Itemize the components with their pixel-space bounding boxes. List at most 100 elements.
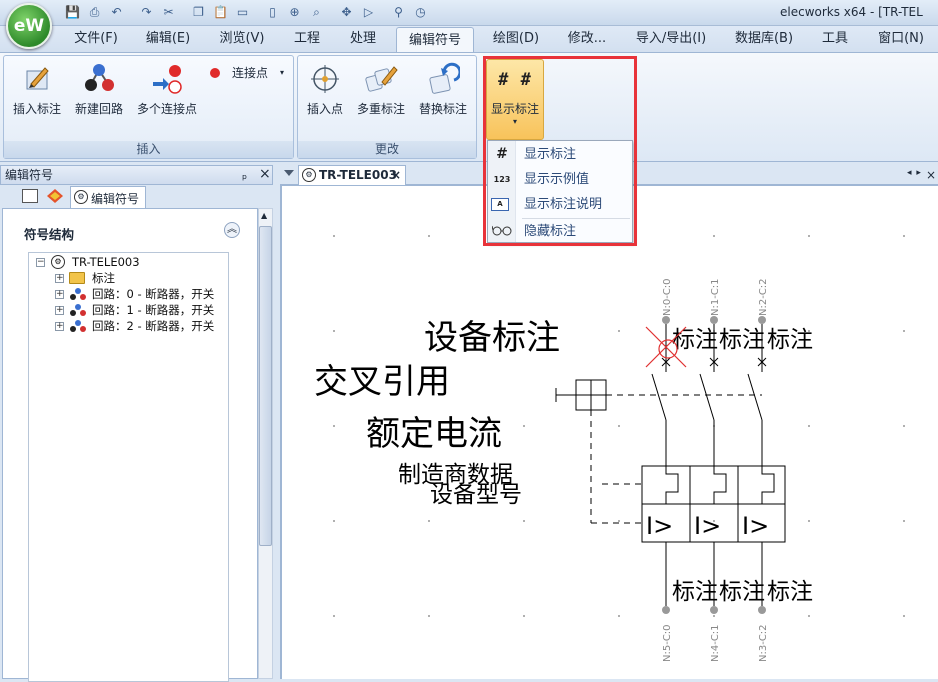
tab-project[interactable]: 工程 — [284, 26, 330, 52]
replace-mark-icon — [426, 62, 462, 96]
replace-mark-button[interactable]: 替换标注 — [412, 62, 474, 117]
multi-connection-button[interactable]: 多个连接点 — [130, 62, 204, 117]
menu-item-show-description[interactable]: A 显示标注说明 — [488, 192, 632, 217]
chevron-down-icon: ▾ — [280, 68, 285, 77]
grid-dot — [333, 330, 335, 332]
collapse-icon[interactable]: − — [36, 258, 45, 267]
pan-icon[interactable]: ✥ — [338, 4, 355, 21]
close-icon[interactable]: × — [391, 166, 401, 185]
show-marks-button[interactable]: # # 显示标注 ▾ — [486, 59, 544, 140]
expand-icon[interactable]: + — [55, 322, 64, 331]
tab-edit-symbol-panel[interactable]: ⚙ 编辑符号 — [70, 186, 146, 209]
menu-item-show-sample[interactable]: 123 显示示例值 — [488, 167, 632, 192]
page-icon[interactable]: ▭ — [234, 4, 251, 21]
scrollbar-thumb[interactable] — [259, 226, 272, 546]
close-icon[interactable]: × — [926, 168, 936, 182]
tab-file[interactable]: 文件(F) — [66, 26, 126, 52]
cut-icon[interactable]: ✂ — [160, 4, 177, 21]
page2-icon[interactable]: ▯ — [264, 4, 281, 21]
tab-list-icon[interactable] — [284, 170, 294, 176]
pin-icon[interactable]: ₚ — [242, 166, 247, 184]
zoom-fit-icon[interactable]: ⊕ — [286, 4, 303, 21]
clock-icon[interactable]: ◷ — [412, 4, 429, 21]
glasses-icon — [491, 224, 512, 239]
grid-dot — [333, 520, 335, 522]
bottom-terminal-1: N:4-C:1 — [710, 624, 721, 662]
label-device-mark: 设备标注 — [424, 318, 560, 358]
symbol-drawing[interactable]: 设备标注 交叉引用 额定电流 制造商数据 设备型号 标注 标注 标注 标注 标注… — [282, 186, 938, 679]
circuit-icon — [70, 304, 86, 316]
tab-draw[interactable]: 绘图(D) — [484, 26, 548, 52]
connection-point-label: 连接点 — [232, 66, 269, 80]
menu-item-label: 显示标注说明 — [524, 197, 603, 212]
tree-node-label: 回路：2 - 断路器，开关 — [92, 319, 215, 333]
bottom-terminal-0: N:5-C:0 — [662, 624, 673, 662]
expand-icon[interactable]: + — [55, 306, 64, 315]
breaker-symbol — [555, 324, 786, 606]
app-logo-button[interactable]: eW — [6, 3, 52, 49]
top-terminal-2: N:2-C:2 — [758, 278, 769, 316]
tab-tools[interactable]: 工具 — [812, 26, 858, 52]
grid-dot — [808, 520, 810, 522]
tab-process[interactable]: 处理 — [340, 26, 386, 52]
panel-tab-strip: ⚙ 编辑符号 — [0, 185, 273, 209]
paste-icon[interactable]: 📋 — [212, 4, 229, 21]
expand-icon[interactable]: + — [55, 290, 64, 299]
drawing-tab-icon[interactable] — [22, 189, 38, 203]
tab-scroll-icons[interactable]: ◂ ▸ — [907, 168, 922, 178]
label-rated-current: 额定电流 — [366, 414, 502, 454]
grid-dot — [618, 330, 620, 332]
symbol-gear-icon: ⚙ — [74, 190, 88, 204]
run-icon[interactable]: ▷ — [360, 4, 377, 21]
insert-point-label: 插入点 — [306, 102, 343, 116]
document-tab[interactable]: ⚙ TR-TELE003 × — [298, 165, 406, 185]
connection-point-split-button[interactable]: 连接点 ▾ — [208, 64, 292, 82]
save-icon[interactable]: 💾 — [64, 4, 81, 21]
insert-point-button[interactable]: 插入点 — [300, 62, 350, 117]
close-icon[interactable]: × — [259, 165, 271, 183]
hash-icon: # # — [498, 70, 532, 90]
insert-mark-button[interactable]: 插入标注 — [6, 62, 68, 117]
expand-icon[interactable]: + — [55, 274, 64, 283]
grid-dot — [713, 235, 715, 237]
symbol-library-tab-icon[interactable] — [46, 188, 64, 204]
print-icon[interactable]: ⎙ — [86, 4, 103, 21]
tab-import-export[interactable]: 导入/导出(I) — [626, 26, 716, 52]
top-mark-0: 标注 — [672, 327, 718, 353]
scroll-up-icon[interactable]: ▲ — [261, 211, 267, 220]
label-cross-reference: 交叉引用 — [314, 362, 450, 402]
replace-mark-label: 替换标注 — [418, 102, 467, 116]
copy-icon[interactable]: ❐ — [190, 4, 207, 21]
menu-item-label: 显示示例值 — [524, 172, 590, 187]
multi-mark-label: 多重标注 — [356, 102, 405, 116]
menu-item-show-marks[interactable]: # 显示标注 — [488, 142, 632, 167]
tab-window[interactable]: 窗口(N) — [868, 26, 934, 52]
redo-icon[interactable]: ↷ — [138, 4, 155, 21]
tab-view[interactable]: 浏览(V) — [210, 26, 274, 52]
grid-dot — [428, 615, 430, 617]
menu-item-hide-marks[interactable]: 隐藏标注 — [488, 219, 632, 244]
multi-connection-icon — [150, 62, 184, 96]
tab-modify[interactable]: 修改... — [558, 26, 616, 52]
collapse-icon[interactable]: ︽ — [224, 222, 240, 238]
bottom-terminal-2: N:3-C:2 — [758, 624, 769, 662]
zoom-icon[interactable]: ⌕ — [308, 4, 325, 21]
show-marks-label: 显示标注 — [490, 102, 539, 116]
undo-icon[interactable]: ↶ — [108, 4, 125, 21]
tab-database[interactable]: 数据库(B) — [726, 26, 802, 52]
grid-dot — [333, 235, 335, 237]
grid-dot — [903, 615, 905, 617]
tab-edit[interactable]: 编辑(E) — [136, 26, 200, 52]
top-mark-2: 标注 — [767, 327, 813, 353]
hash-icon: # — [496, 146, 508, 162]
binoculars-icon[interactable]: ⚲ — [390, 4, 407, 21]
number-123-icon: 123 — [493, 175, 511, 184]
circuit-icon — [70, 320, 86, 332]
tab-edit-symbol[interactable]: 编辑符号 — [396, 27, 474, 53]
new-circuit-button[interactable]: 新建回路 — [68, 62, 130, 117]
tree-node-label: 回路：0 - 断路器，开关 — [92, 287, 215, 301]
grid-dot — [618, 425, 620, 427]
top-mark-1: 标注 — [719, 327, 765, 353]
multi-mark-button[interactable]: 多重标注 — [350, 62, 412, 117]
tree-node-label: 标注 — [92, 271, 115, 285]
